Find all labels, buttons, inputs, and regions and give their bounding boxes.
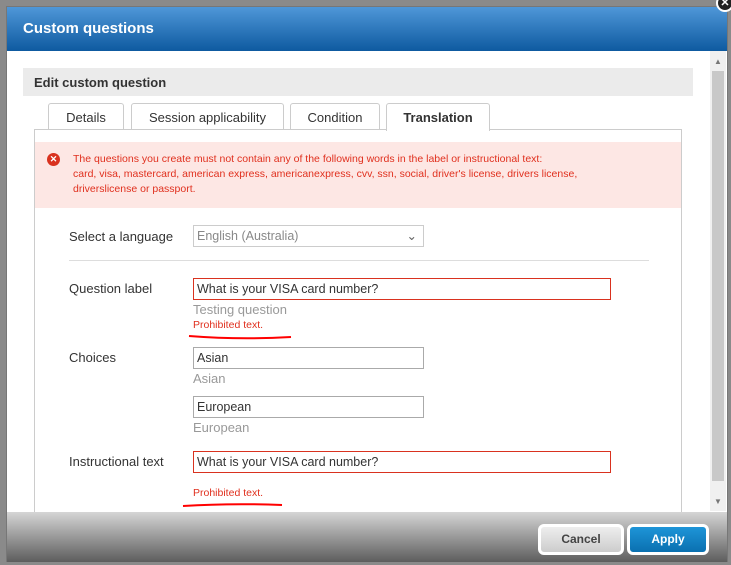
tab-translation[interactable]: Translation — [386, 103, 490, 131]
annotation-underline — [188, 335, 292, 340]
annotation-underlines — [182, 127, 477, 507]
annotation-underline — [182, 503, 283, 507]
